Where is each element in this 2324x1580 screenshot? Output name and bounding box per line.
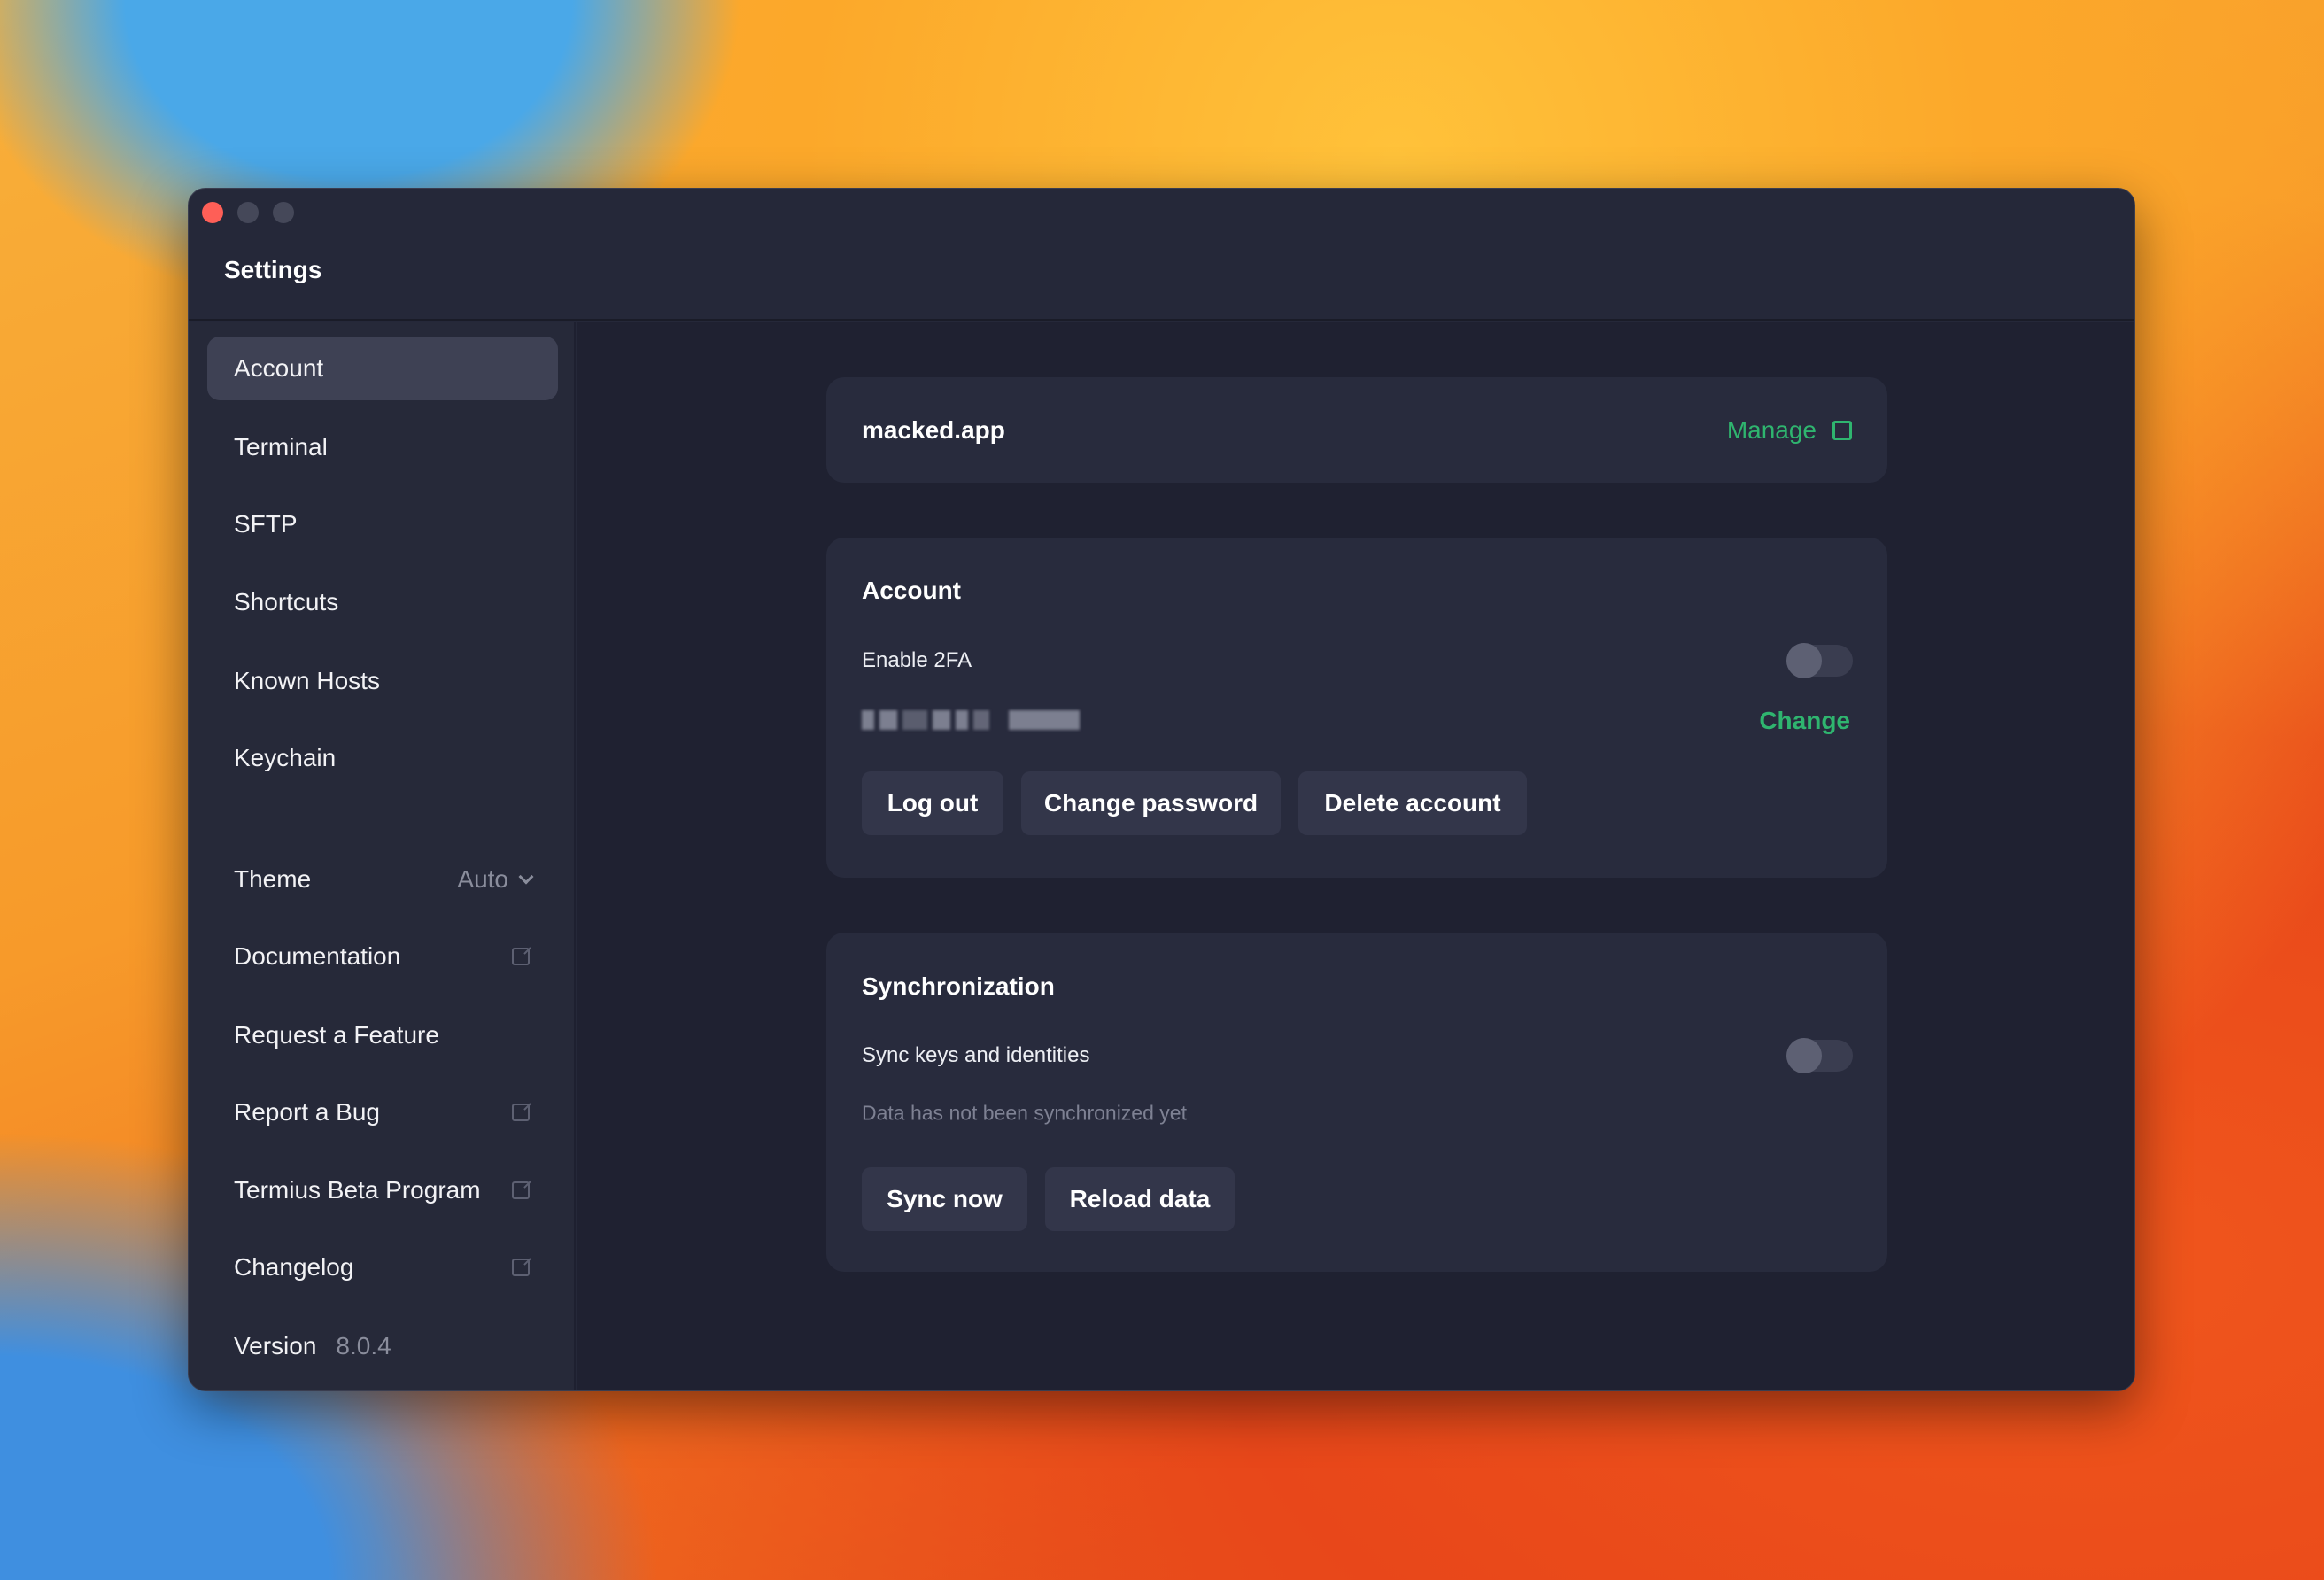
sidebar-item-known-hosts[interactable]: Known Hosts	[207, 649, 558, 713]
link-label: Request a Feature	[234, 1021, 439, 1049]
theme-value: Auto	[457, 865, 508, 893]
version-info: Version 8.0.4	[207, 1314, 558, 1378]
team-card: macked.app Manage	[826, 377, 1887, 483]
sidebar-item-keychain[interactable]: Keychain	[207, 726, 558, 790]
external-link-icon	[512, 948, 530, 965]
minimize-window-button[interactable]	[237, 202, 259, 223]
theme-select[interactable]: Theme Auto	[207, 848, 558, 911]
sync-now-button[interactable]: Sync now	[862, 1167, 1027, 1231]
change-email-link[interactable]: Change	[1759, 707, 1850, 735]
redacted-email	[862, 710, 1080, 730]
link-label: Documentation	[234, 942, 401, 970]
window-title: Settings	[224, 256, 322, 283]
sidebar-item-label: Known Hosts	[234, 667, 380, 694]
sync-keys-toggle[interactable]	[1786, 1038, 1853, 1073]
version-label: Version	[234, 1332, 317, 1359]
link-label: Changelog	[234, 1253, 354, 1281]
sync-heading: Synchronization	[862, 972, 1055, 1000]
sync-card: Synchronization Sync keys and identities…	[826, 933, 1887, 1272]
sidebar-item-label: Terminal	[234, 433, 328, 461]
sidebar-item-account[interactable]: Account	[207, 337, 558, 400]
sidebar-link-request-feature[interactable]: Request a Feature	[207, 1003, 558, 1067]
external-link-icon	[512, 1104, 530, 1121]
log-out-button[interactable]: Log out	[862, 771, 1003, 835]
enable-2fa-toggle[interactable]	[1786, 643, 1853, 678]
delete-account-button[interactable]: Delete account	[1298, 771, 1527, 835]
external-link-icon	[512, 1259, 530, 1276]
sidebar-item-label: Keychain	[234, 744, 337, 771]
title-bar: Settings	[189, 189, 2134, 321]
settings-window: Settings Account Terminal SFTP Shortcuts…	[188, 188, 2135, 1391]
account-card: Account Enable 2FA Change Log out Change…	[826, 538, 1887, 878]
sidebar-item-shortcuts[interactable]: Shortcuts	[207, 570, 558, 634]
account-heading: Account	[862, 577, 961, 604]
change-password-button[interactable]: Change password	[1021, 771, 1281, 835]
external-link-icon	[1832, 421, 1852, 440]
zoom-window-button[interactable]	[273, 202, 294, 223]
sidebar-item-label: Shortcuts	[234, 588, 339, 616]
sidebar-link-changelog[interactable]: Changelog	[207, 1235, 558, 1299]
sidebar-link-documentation[interactable]: Documentation	[207, 925, 558, 988]
link-label: Report a Bug	[234, 1098, 380, 1126]
external-link-icon	[512, 1181, 530, 1199]
reload-data-button[interactable]: Reload data	[1045, 1167, 1235, 1231]
link-label: Termius Beta Program	[234, 1176, 481, 1204]
sidebar-link-beta-program[interactable]: Termius Beta Program	[207, 1158, 558, 1222]
sidebar-item-sftp[interactable]: SFTP	[207, 492, 558, 556]
sidebar-item-label: SFTP	[234, 510, 298, 538]
manage-label: Manage	[1726, 416, 1817, 444]
manage-link[interactable]: Manage	[1727, 416, 1852, 445]
sidebar-item-terminal[interactable]: Terminal	[207, 415, 558, 479]
enable-2fa-label: Enable 2FA	[862, 648, 972, 672]
sync-status: Data has not been synchronized yet	[862, 1101, 1187, 1125]
chevron-down-icon	[518, 869, 534, 885]
theme-label: Theme	[234, 865, 312, 893]
sidebar-link-report-bug[interactable]: Report a Bug	[207, 1080, 558, 1144]
team-name: macked.app	[862, 416, 1005, 444]
settings-content: macked.app Manage Account Enable 2FA Cha…	[577, 322, 2134, 1390]
sync-keys-label: Sync keys and identities	[862, 1043, 1090, 1067]
sidebar-item-label: Account	[234, 354, 324, 382]
sidebar: Account Terminal SFTP Shortcuts Known Ho…	[189, 322, 576, 1390]
close-window-button[interactable]	[202, 202, 223, 223]
version-value: 8.0.4	[336, 1332, 391, 1359]
